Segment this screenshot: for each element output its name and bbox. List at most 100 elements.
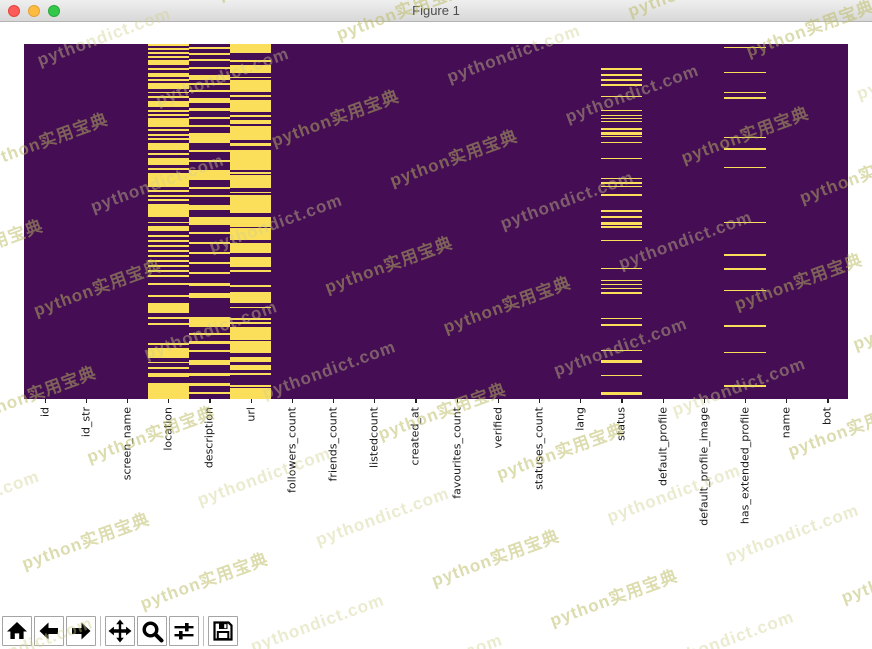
- home-button[interactable]: [2, 616, 32, 646]
- x-tick-label-lang: lang: [574, 407, 587, 431]
- missing-value-stripe: [148, 199, 189, 201]
- missing-value-stripe: [601, 79, 642, 80]
- configure-subplots-button[interactable]: [169, 616, 199, 646]
- missing-value-stripe: [189, 333, 230, 335]
- watermark-text: pythondict.com: [249, 591, 387, 649]
- back-arrow-icon: [37, 619, 61, 643]
- heatmap-column-favourites_count: [436, 44, 477, 399]
- missing-value-stripe: [601, 178, 642, 179]
- x-tick-label-verified: verified: [491, 407, 504, 449]
- missing-value-stripe: [601, 186, 642, 187]
- missing-value-stripe: [230, 60, 271, 62]
- save-figure-button[interactable]: [208, 616, 238, 646]
- missing-value-stripe: [189, 293, 230, 298]
- missing-value-stripe: [230, 365, 271, 370]
- heatmap-column-id: [24, 44, 65, 399]
- watermark-text: pythondict.com: [855, 39, 872, 103]
- heatmap-column-name: [766, 44, 807, 399]
- watermark-text: pythondict.com: [605, 461, 743, 525]
- missing-value-stripe: [148, 68, 189, 70]
- missing-value-stripe: [601, 110, 642, 111]
- forward-button[interactable]: [66, 616, 96, 646]
- x-tick-label-id_str: id_str: [79, 407, 92, 437]
- missing-value-stripe: [230, 80, 271, 92]
- missing-value-stripe: [601, 350, 642, 351]
- missing-value-stripe: [601, 288, 642, 289]
- missing-value-stripe: [230, 285, 271, 287]
- missing-value-stripe: [189, 98, 230, 103]
- missing-value-stripe: [601, 182, 642, 183]
- x-tick: [168, 399, 169, 403]
- missing-value-stripe: [724, 92, 765, 93]
- missing-value-stripe: [148, 265, 189, 266]
- missing-value-stripe: [148, 348, 189, 358]
- x-tick: [745, 399, 746, 403]
- missing-value-stripe: [189, 242, 230, 244]
- missing-value-stripe: [230, 115, 271, 117]
- zoom-magnifier-icon: [140, 619, 165, 644]
- x-tick-label-id: id: [38, 407, 51, 417]
- missing-value-stripe: [148, 226, 189, 231]
- window-title: Figure 1: [0, 3, 872, 18]
- missing-value-stripe: [601, 118, 642, 119]
- missing-value-stripe: [148, 240, 189, 242]
- watermark-text: pythondict.com: [314, 484, 452, 548]
- pan-move-icon: [107, 618, 133, 644]
- missing-value-stripe: [230, 322, 271, 324]
- x-tick: [786, 399, 787, 403]
- missing-value-stripe: [601, 318, 642, 319]
- missing-value-stripe: [230, 228, 271, 240]
- watermark-text: pythondict.com: [0, 468, 42, 532]
- missing-value-stripe: [601, 121, 642, 122]
- heatmap-column-status: [601, 44, 642, 399]
- x-tick-label-description: description: [203, 407, 216, 468]
- missing-value-stripe: [189, 383, 230, 385]
- missing-value-stripe: [189, 252, 230, 254]
- missing-value-stripe: [189, 170, 230, 180]
- x-tick: [663, 399, 664, 403]
- matplotlib-toolbar: [2, 615, 240, 647]
- heatmap-column-default_profile: [642, 44, 683, 399]
- missing-value-stripe: [230, 44, 271, 53]
- x-tick: [457, 399, 458, 403]
- watermark-text: python实用宝典: [429, 527, 561, 589]
- missing-value-stripe: [148, 222, 189, 224]
- missing-value-stripe: [148, 317, 189, 319]
- missing-value-stripe: [148, 367, 189, 369]
- missing-value-stripe: [724, 167, 765, 168]
- missing-value-stripe: [230, 270, 271, 272]
- missing-value-stripe: [189, 283, 230, 285]
- heatmap-column-has_extended_profile: [724, 44, 765, 399]
- missing-value-stripe: [148, 48, 189, 50]
- heatmap-column-listedcount: [354, 44, 395, 399]
- missing-value-stripe: [189, 195, 230, 197]
- missing-value-stripe: [230, 172, 271, 174]
- missing-value-stripe: [148, 295, 189, 297]
- missing-value-stripe: [148, 343, 189, 345]
- figure-window: Figure 1 idid_strscreen_namelocationdesc…: [0, 0, 872, 649]
- missing-value-stripe: [601, 128, 642, 129]
- missing-value-stripe: [148, 275, 189, 276]
- back-button[interactable]: [34, 616, 64, 646]
- missing-value-stripe: [724, 254, 765, 255]
- missing-value-stripe: [601, 210, 642, 211]
- pan-button[interactable]: [105, 616, 135, 646]
- missing-value-stripe: [230, 217, 271, 227]
- missing-value-stripe: [230, 65, 271, 74]
- heatmap-canvas[interactable]: [24, 44, 848, 399]
- missing-value-stripe: [601, 132, 642, 135]
- missing-value-stripe: [724, 47, 765, 48]
- missing-value-stripe: [601, 96, 642, 97]
- missing-value-stripe: [601, 115, 642, 116]
- missing-value-stripe: [148, 138, 189, 139]
- missing-value-stripe: [189, 272, 230, 274]
- missing-value-stripe: [189, 187, 230, 189]
- missing-value-stripe: [724, 325, 765, 326]
- watermark-text: python实用宝典: [548, 567, 680, 629]
- missing-value-stripe: [724, 148, 765, 149]
- missing-value-stripe: [189, 317, 230, 327]
- x-tick: [374, 399, 375, 403]
- missing-value-stripe: [724, 72, 765, 73]
- x-tick: [127, 399, 128, 403]
- zoom-rect-button[interactable]: [137, 616, 167, 646]
